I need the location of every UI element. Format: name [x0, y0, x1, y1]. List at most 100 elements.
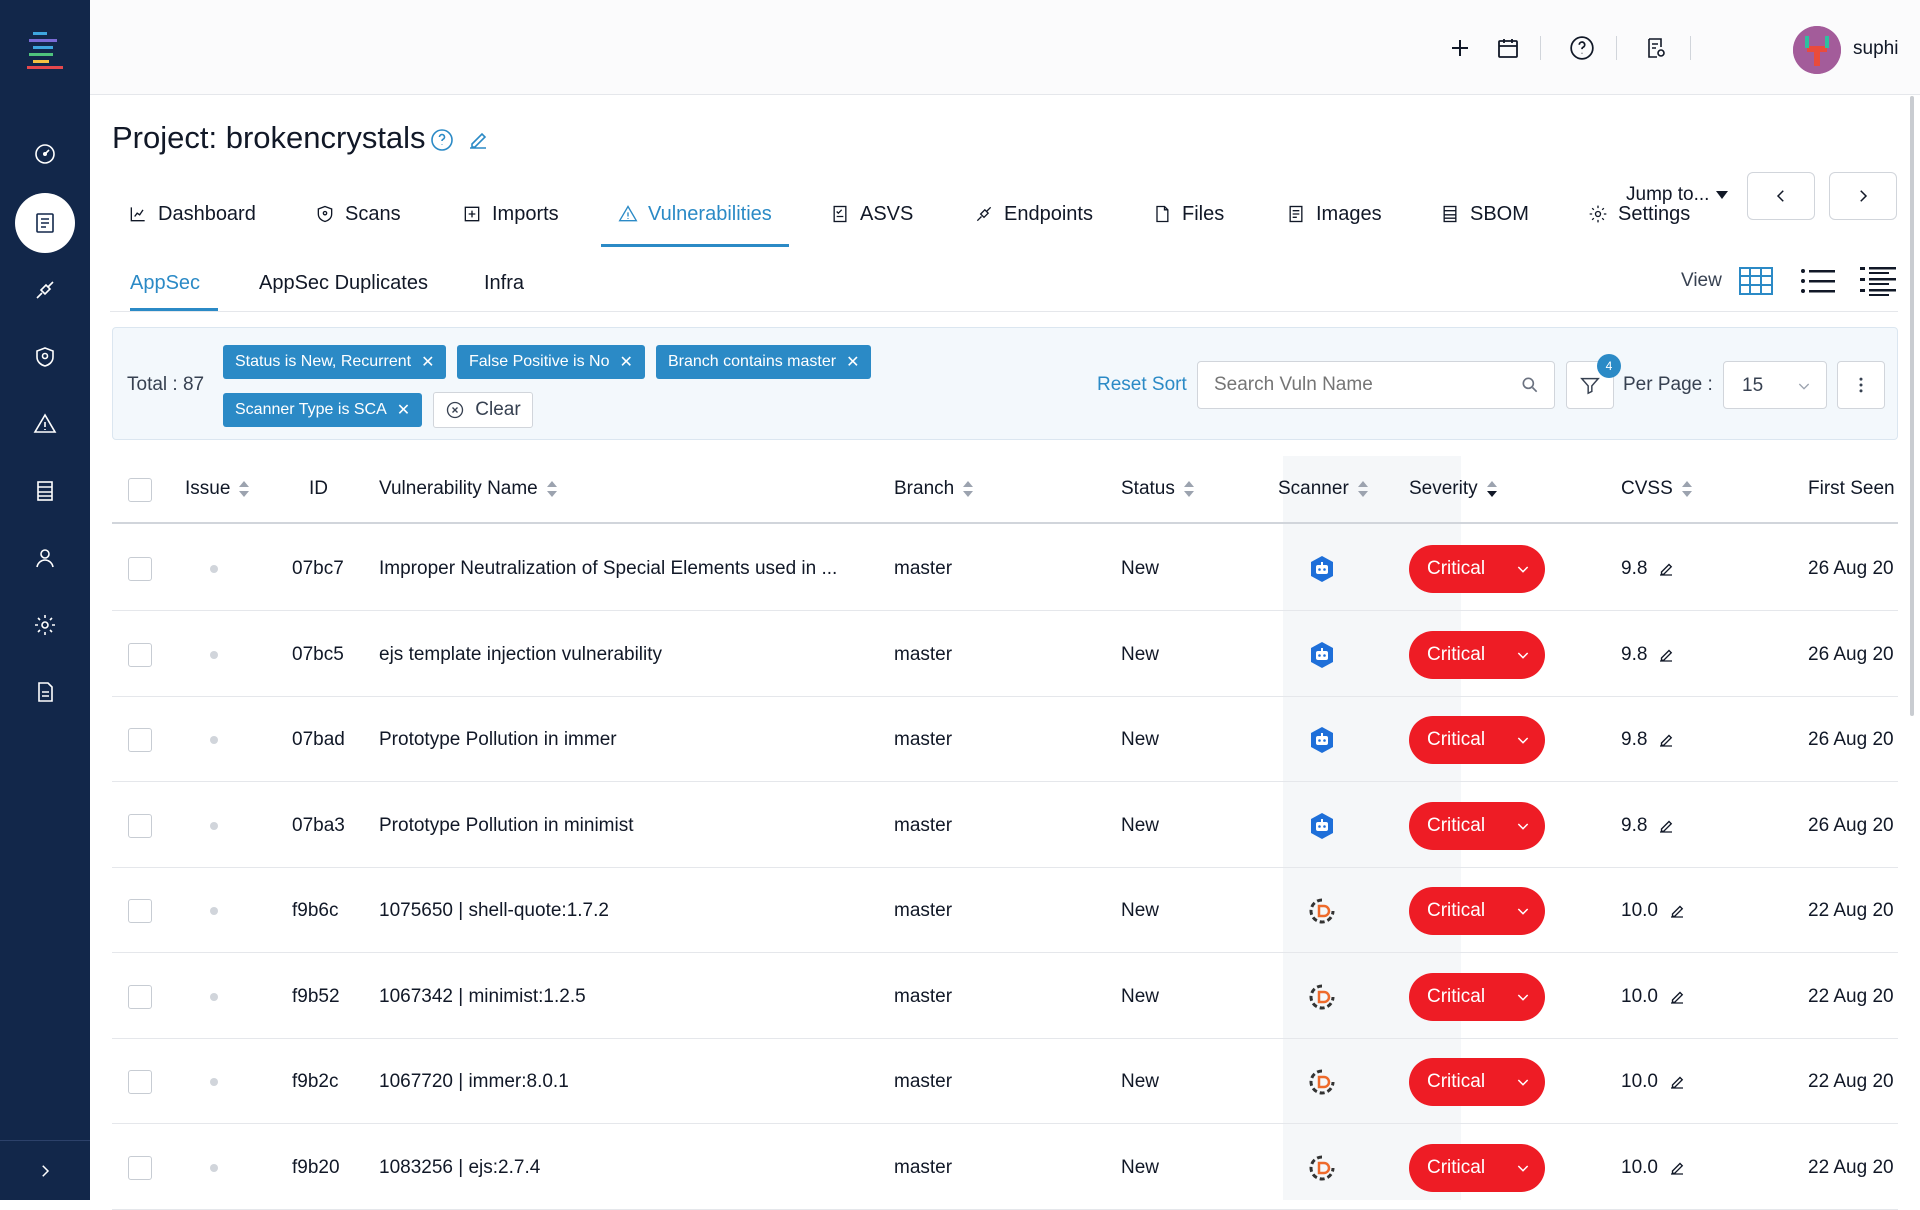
- row-id[interactable]: f9b52: [292, 986, 340, 1008]
- subtab-appsec-duplicates[interactable]: AppSec Duplicates: [259, 254, 428, 312]
- table-row[interactable]: f9b2c 1067720 | immer:8.0.1 master New Criti…: [112, 1039, 1898, 1124]
- per-page-select[interactable]: 15: [1723, 361, 1827, 409]
- list-view-icon[interactable]: [1800, 264, 1836, 298]
- column-issue[interactable]: Issue: [185, 478, 250, 500]
- column-first-seen[interactable]: First Seen: [1808, 478, 1895, 500]
- row-id[interactable]: f9b6c: [292, 900, 338, 922]
- row-checkbox[interactable]: [128, 984, 152, 1009]
- reset-sort-link[interactable]: Reset Sort: [1097, 374, 1187, 396]
- table-row[interactable]: 07bc7 Improper Neutralization of Special …: [112, 526, 1898, 611]
- tab-scans[interactable]: Scans: [315, 180, 401, 248]
- tab-sbom[interactable]: SBOM: [1440, 180, 1529, 248]
- row-vulnerability-name[interactable]: ejs template injection vulnerability: [379, 644, 662, 666]
- severity-dropdown[interactable]: Critical: [1409, 887, 1545, 935]
- edit-icon[interactable]: [1657, 817, 1675, 835]
- row-checkbox[interactable]: [128, 1155, 152, 1180]
- edit-icon[interactable]: [1657, 646, 1675, 664]
- sidebar-settings-icon[interactable]: [15, 595, 75, 655]
- tab-images[interactable]: Images: [1286, 180, 1382, 248]
- help-icon[interactable]: [1568, 34, 1596, 62]
- row-checkbox[interactable]: [128, 813, 152, 838]
- row-id[interactable]: 07bc7: [292, 558, 344, 580]
- row-checkbox[interactable]: [128, 642, 152, 667]
- edit-icon[interactable]: [1657, 560, 1675, 578]
- row-checkbox[interactable]: [128, 557, 152, 581]
- jump-to-dropdown[interactable]: Jump to...: [1626, 184, 1729, 206]
- row-id[interactable]: f9b2c: [292, 1071, 338, 1093]
- filter-chip[interactable]: Branch contains master ✕: [656, 345, 872, 379]
- tab-imports[interactable]: Imports: [462, 180, 559, 248]
- severity-dropdown[interactable]: Critical: [1409, 1143, 1545, 1192]
- column-status[interactable]: Status: [1121, 478, 1195, 500]
- prev-button[interactable]: [1747, 172, 1815, 220]
- sidebar-user-icon[interactable]: [15, 528, 75, 588]
- sidebar-reports-icon[interactable]: [15, 461, 75, 521]
- more-options-button[interactable]: [1837, 361, 1885, 409]
- add-icon[interactable]: [1446, 34, 1474, 62]
- username[interactable]: suphi: [1853, 38, 1898, 60]
- close-icon[interactable]: ✕: [421, 352, 434, 372]
- clear-filters-button[interactable]: Clear: [433, 392, 533, 428]
- edit-icon[interactable]: [466, 128, 490, 152]
- table-row[interactable]: f9b6c 1075650 | shell-quote:1.7.2 master Ne…: [112, 868, 1898, 953]
- sidebar-expand-button[interactable]: [0, 1140, 90, 1200]
- row-vulnerability-name[interactable]: Prototype Pollution in minimist: [379, 815, 634, 837]
- edit-icon[interactable]: [1668, 1159, 1686, 1177]
- table-row[interactable]: f9b52 1067342 | minimist:1.2.5 master New Cr…: [112, 954, 1898, 1039]
- search-icon[interactable]: [1520, 375, 1540, 395]
- edit-icon[interactable]: [1668, 902, 1686, 920]
- sidebar-document-icon[interactable]: [15, 662, 75, 722]
- column-scanner[interactable]: Scanner: [1278, 478, 1369, 500]
- row-vulnerability-name[interactable]: Improper Neutralization of Special Eleme…: [379, 558, 837, 580]
- tab-dashboard[interactable]: Dashboard: [128, 180, 256, 248]
- tab-files[interactable]: Files: [1152, 180, 1224, 248]
- severity-dropdown[interactable]: Critical: [1409, 716, 1545, 764]
- detailed-list-view-icon[interactable]: [1860, 264, 1896, 298]
- row-vulnerability-name[interactable]: 1067342 | minimist:1.2.5: [379, 986, 586, 1008]
- calendar-icon[interactable]: [1494, 34, 1522, 62]
- app-logo[interactable]: [25, 28, 67, 70]
- avatar[interactable]: [1793, 26, 1841, 74]
- report-settings-icon[interactable]: [1642, 34, 1670, 62]
- row-checkbox[interactable]: [128, 728, 152, 752]
- tab-asvs[interactable]: ASVS: [830, 180, 913, 248]
- subtab-infra[interactable]: Infra: [484, 254, 524, 312]
- table-row[interactable]: 07bad Prototype Pollution in immer master N…: [112, 697, 1898, 782]
- close-icon[interactable]: ✕: [846, 352, 859, 372]
- tab-vulnerabilities[interactable]: Vulnerabilities: [618, 180, 772, 248]
- sidebar-dashboard-icon[interactable]: [15, 124, 75, 184]
- severity-dropdown[interactable]: Critical: [1409, 972, 1545, 1021]
- edit-icon[interactable]: [1668, 988, 1686, 1006]
- severity-dropdown[interactable]: Critical: [1409, 801, 1545, 850]
- row-vulnerability-name[interactable]: Prototype Pollution in immer: [379, 729, 617, 751]
- row-vulnerability-name[interactable]: 1083256 | ejs:2.7.4: [379, 1157, 540, 1179]
- row-id[interactable]: f9b20: [292, 1157, 340, 1179]
- severity-dropdown[interactable]: Critical: [1409, 1058, 1545, 1106]
- row-id[interactable]: 07ba3: [292, 815, 345, 837]
- sidebar-shield-icon[interactable]: [15, 327, 75, 387]
- row-vulnerability-name[interactable]: 1075650 | shell-quote:1.7.2: [379, 900, 609, 922]
- table-row[interactable]: 07ba3 Prototype Pollution in minimist mast…: [112, 783, 1898, 868]
- row-checkbox[interactable]: [128, 1070, 152, 1094]
- filter-chip[interactable]: Scanner Type is SCA ✕: [223, 393, 423, 427]
- table-row[interactable]: 07bc5 ejs template injection vulnerabilit…: [112, 612, 1898, 697]
- sidebar-warning-icon[interactable]: [15, 394, 75, 454]
- severity-dropdown[interactable]: Critical: [1409, 630, 1545, 679]
- column-cvss[interactable]: CVSS: [1621, 478, 1693, 500]
- column-branch[interactable]: Branch: [894, 478, 974, 500]
- subtab-appsec[interactable]: AppSec: [130, 254, 200, 312]
- search-input[interactable]: [1214, 362, 1514, 408]
- sidebar-endpoints-icon[interactable]: [15, 260, 75, 320]
- row-checkbox[interactable]: [128, 899, 152, 923]
- row-id[interactable]: 07bad: [292, 729, 345, 751]
- help-icon[interactable]: [430, 128, 454, 152]
- column-severity[interactable]: Severity: [1409, 478, 1498, 500]
- edit-icon[interactable]: [1668, 1073, 1686, 1091]
- close-icon[interactable]: ✕: [620, 352, 633, 372]
- scrollbar[interactable]: [1910, 96, 1914, 716]
- close-icon[interactable]: ✕: [397, 400, 410, 420]
- filter-chip[interactable]: False Positive is No ✕: [457, 345, 645, 379]
- tab-endpoints[interactable]: Endpoints: [974, 180, 1093, 248]
- grid-view-icon[interactable]: [1738, 264, 1774, 298]
- severity-dropdown[interactable]: Critical: [1409, 545, 1545, 593]
